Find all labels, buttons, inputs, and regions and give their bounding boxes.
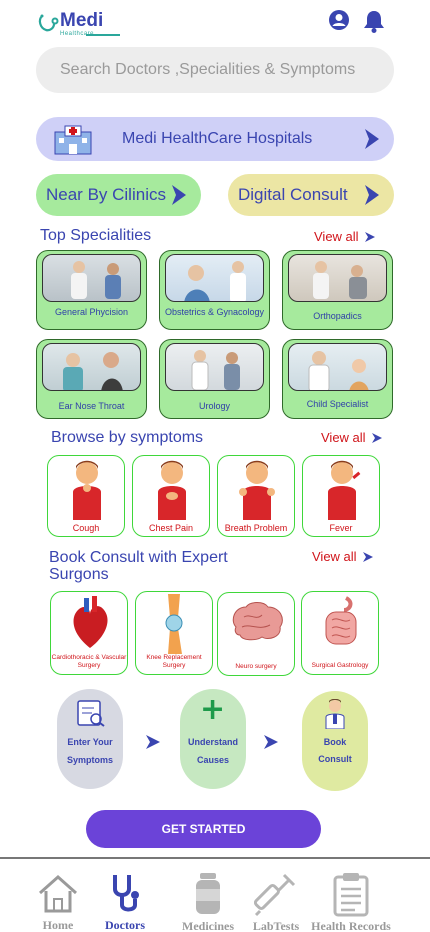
syringe-icon (253, 873, 296, 917)
profile-icon[interactable] (328, 9, 352, 33)
speciality-card-orthopadics[interactable]: Orthopadics (282, 250, 393, 330)
nav-doctors[interactable]: Doctors (85, 871, 165, 932)
speciality-label: Urology (198, 401, 230, 411)
surgery-label: Cardiothoracic & Vascular Surgery (51, 654, 127, 669)
symptoms-title: Browse by symptoms (51, 429, 204, 446)
nav-label: Health Records (311, 919, 391, 932)
symptoms-view-all-link[interactable]: View all (321, 430, 384, 445)
surgery-card-neuro[interactable]: Neuro surgery (217, 592, 295, 676)
step-enter-symptoms[interactable]: Enter Your Symptoms (57, 689, 123, 789)
surgeons-title: Book Consult with Expert Surgons (49, 549, 228, 583)
clipboard-icon (333, 873, 369, 917)
surgery-card-knee[interactable]: Knee Replacement Surgery (135, 591, 213, 675)
doctor-photo (288, 254, 387, 302)
intestine-icon (325, 596, 357, 645)
symptom-card-chest-pain[interactable]: Chest Pain (132, 455, 210, 537)
speciality-label: Orthopadics (313, 311, 362, 321)
doctor-photo (42, 254, 141, 302)
chest-pain-icon (158, 460, 186, 520)
doctor-photo (42, 343, 141, 391)
symptom-label: Cough (72, 523, 100, 533)
fever-icon (328, 460, 361, 520)
speciality-card-urology[interactable]: Urology (159, 339, 270, 419)
symptom-card-cough[interactable]: Cough (47, 455, 125, 537)
brain-icon (232, 602, 283, 641)
home-icon (39, 874, 77, 913)
search-placeholder: Search Doctors ,Specialities & Symptoms (60, 61, 356, 78)
view-all-label: View all (321, 430, 366, 445)
chevron-right-icon (365, 129, 379, 149)
bottom-nav: Home Doctors Medicines LabTests Health R… (0, 857, 430, 932)
chevron-right-icon (365, 185, 379, 205)
view-all-label: View all (314, 229, 359, 244)
doctor-photo (165, 343, 264, 391)
nearby-clinics-button[interactable]: Near By Cilinics (36, 174, 201, 216)
speciality-label: Child Specialist (306, 399, 369, 409)
chevron-right-icon (172, 185, 186, 205)
speciality-label: General Phycision (54, 307, 129, 317)
symptom-card-breath[interactable]: Breath Problem (217, 455, 295, 537)
nav-health-records[interactable]: Health Records (304, 871, 398, 932)
speciality-card-child[interactable]: Child Specialist (282, 339, 393, 419)
surgery-card-gastro[interactable]: Surgical Gastrology (301, 591, 379, 675)
nav-label: Doctors (105, 918, 145, 932)
brand-underline (86, 34, 120, 36)
surgery-label: Neuro surgery (235, 663, 277, 670)
speciality-card-ent[interactable]: Ear Nose Throat (36, 339, 147, 419)
surgery-label: Knee Replacement Surgery (146, 654, 202, 669)
step-label-line1: Enter Your (67, 737, 113, 747)
step-label-line1: Understand (187, 737, 238, 747)
cough-icon (73, 460, 101, 520)
chevron-right-icon (364, 231, 375, 242)
get-started-button[interactable]: GET STARTED (86, 810, 321, 848)
nearby-clinics-label: Near By Cilinics (46, 185, 166, 204)
heart-icon (73, 596, 108, 648)
step-label-line2: Causes (196, 755, 230, 765)
app-logo (36, 12, 62, 38)
hospitals-banner[interactable]: Medi HealthCare Hospitals (36, 117, 394, 161)
doctor-photo (288, 343, 387, 391)
speciality-label: Obstetrics & Gynacology (164, 307, 265, 317)
specialities-title: Top Specialities (40, 227, 152, 244)
chevron-right-icon (371, 432, 382, 443)
step-book-consult[interactable]: Book Consult (302, 691, 368, 791)
specialities-view-all-link[interactable]: View all (314, 229, 377, 244)
notification-bell-icon[interactable] (361, 8, 385, 33)
knee-icon (165, 594, 183, 654)
doctor-photo (165, 254, 264, 302)
hospitals-banner-label: Medi HealthCare Hospitals (122, 130, 313, 147)
doctor-icon (325, 699, 345, 729)
surgery-label: Surgical Gastrology (311, 662, 369, 669)
speciality-card-obstetrics[interactable]: Obstetrics & Gynacology (159, 250, 270, 330)
surgery-card-cardio[interactable]: Cardiothoracic & Vascular Surgery (50, 591, 128, 675)
symptom-label: Breath Problem (224, 523, 288, 533)
step-label-line1: Book (323, 737, 347, 747)
view-all-label: View all (312, 549, 357, 564)
digital-consult-label: Digital Consult (238, 185, 348, 204)
surgeons-view-all-link[interactable]: View all (312, 549, 375, 564)
step-label-line2: Symptoms (66, 755, 113, 765)
chevron-right-icon (146, 735, 160, 749)
symptom-form-icon (77, 700, 105, 727)
brand-name: Medi (60, 10, 104, 31)
chevron-right-icon (264, 735, 278, 749)
hospital-icon (53, 122, 93, 161)
symptom-label: Fever (329, 523, 353, 533)
stethoscope-icon (113, 875, 139, 912)
breath-problem-icon (239, 460, 275, 520)
symptom-card-fever[interactable]: Fever (302, 455, 380, 537)
chevron-right-icon (362, 551, 373, 562)
medicine-bottle-icon (196, 873, 220, 914)
digital-consult-button[interactable]: Digital Consult (228, 174, 394, 216)
step-understand-causes[interactable]: + Understand Causes (180, 689, 246, 789)
symptom-label: Chest Pain (148, 523, 194, 533)
speciality-label: Ear Nose Throat (58, 401, 125, 411)
search-input[interactable]: Search Doctors ,Specialities & Symptoms (36, 47, 394, 93)
get-started-label: GET STARTED (161, 822, 246, 836)
plus-icon: + (200, 692, 226, 727)
speciality-card-general[interactable]: General Phycision (36, 250, 147, 330)
step-label-line2: Consult (318, 754, 352, 764)
